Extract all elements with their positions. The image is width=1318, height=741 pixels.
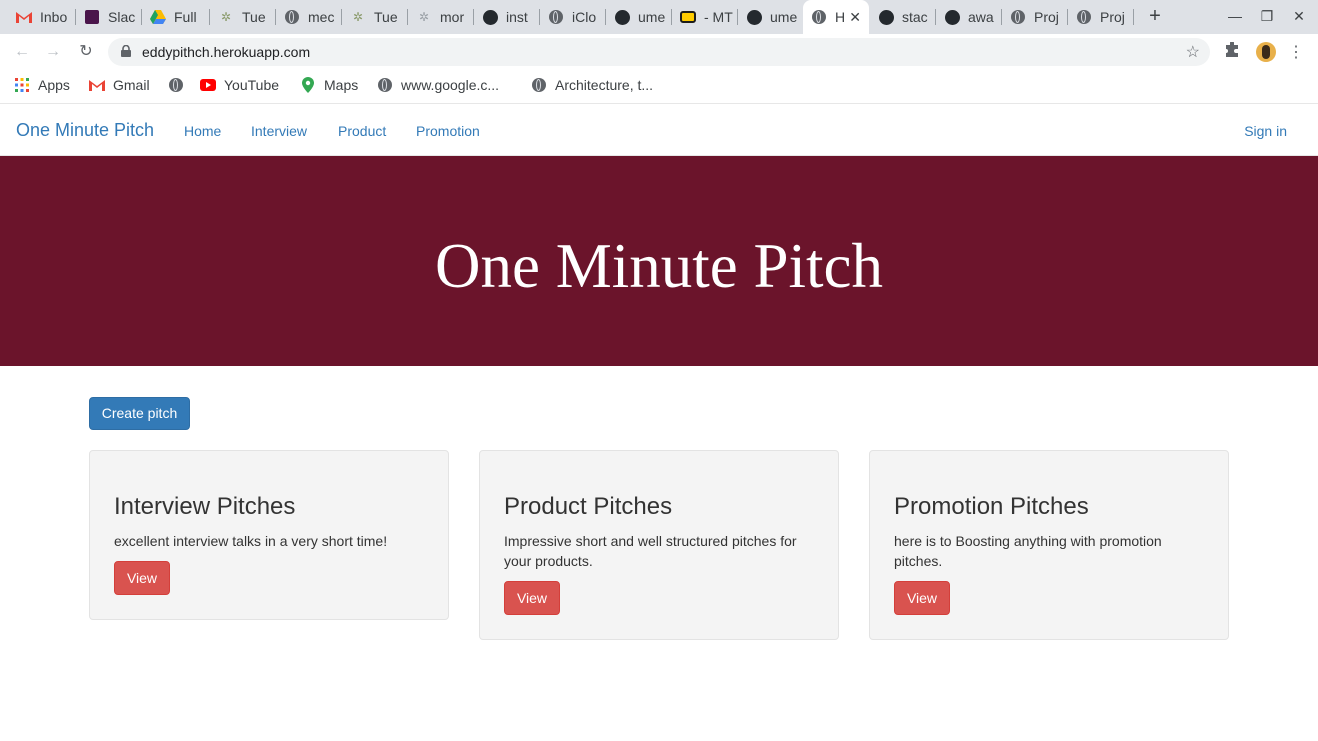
card-title: Promotion Pitches [894,493,1089,520]
bookmark-google[interactable]: www.google.c... [377,76,499,94]
browser-tab[interactable]: ume [606,0,670,34]
bookmark-maps[interactable]: Maps [300,76,358,94]
minimize-icon[interactable]: — [1227,8,1243,24]
browser-tab[interactable]: awa [936,0,1000,34]
google-drive-icon [150,9,166,25]
github-icon [614,9,630,25]
product-pitches-card: Product Pitches Impressive short and wel… [479,450,839,640]
card-description: here is to Boosting anything with promot… [894,533,1162,569]
nav-link-interview[interactable]: Interview [251,123,307,139]
window-close-icon[interactable]: ✕ [1291,8,1307,25]
slack-icon [84,9,100,25]
promotion-pitches-card: Promotion Pitches here is to Boosting an… [869,450,1229,640]
view-product-button[interactable]: View [504,581,560,615]
bookmark-architecture[interactable]: Architecture, t... [531,76,653,94]
browser-tab[interactable]: ✲ Tue [342,0,406,34]
card-description: Impressive short and well structured pit… [504,533,797,569]
sign-in-link[interactable]: Sign in [1244,123,1287,139]
browser-tab-active[interactable]: H ✕ [803,0,869,34]
browser-tab[interactable]: iClo [540,0,604,34]
address-bar[interactable]: eddypithch.herokuapp.com ☆ [108,38,1210,66]
card-description: excellent interview talks in a very shor… [114,533,388,549]
browser-tab[interactable]: - MT [672,0,736,34]
nav-link-home[interactable]: Home [184,123,221,139]
browser-tab[interactable]: Proj [1002,0,1066,34]
globe-icon [168,77,184,93]
browser-tab[interactable]: Slac [76,0,140,34]
globe-icon [284,9,300,25]
globe-icon [531,77,547,93]
browser-tab[interactable]: Inbo [8,0,72,34]
view-interview-button[interactable]: View [114,561,170,595]
browser-tab[interactable]: ✲ mor [408,0,472,34]
view-promotion-button[interactable]: View [894,581,950,615]
close-tab-icon[interactable]: ✕ [849,9,861,26]
browser-toolbar: ← → ↻ eddypithch.herokuapp.com ☆ ⋮ [0,34,1318,70]
browser-tab[interactable]: Full [142,0,208,34]
youtube-icon [200,77,216,93]
url-text: eddypithch.herokuapp.com [142,44,311,60]
github-icon [746,9,762,25]
globe-icon [548,9,564,25]
gmail-icon [16,9,32,25]
bookmark-globe[interactable] [168,76,192,94]
apps-grid-icon [14,77,30,93]
card-title: Interview Pitches [114,493,296,520]
new-tab-icon[interactable]: + [1145,6,1165,26]
back-arrow-icon[interactable]: ← [12,42,32,62]
globe-icon [1010,9,1026,25]
forward-arrow-icon[interactable]: → [43,42,63,62]
tree-icon: ✲ [418,10,430,24]
page: One Minute Pitch Home Interview Product … [0,103,1318,741]
globe-icon [1076,9,1092,25]
browser-tab[interactable]: ✲ Tue [210,0,274,34]
bookmarks-bar: Apps Gmail YouTube Maps www.google.c... … [0,70,1318,100]
hero-title: One Minute Pitch [435,231,883,301]
bookmark-apps[interactable]: Apps [14,76,70,94]
globe-icon [377,77,393,93]
maps-pin-icon [300,77,316,93]
browser-tab[interactable]: Proj [1068,0,1132,34]
mtn-icon [680,9,696,25]
globe-icon [811,9,827,25]
tab-strip: Inbo Slac Full ✲ Tue mec ✲ Tue ✲ mor ins… [0,0,1318,34]
bookmark-star-icon[interactable]: ☆ [1186,42,1200,62]
menu-kebab-icon[interactable]: ⋮ [1288,42,1304,62]
navbar-brand[interactable]: One Minute Pitch [16,120,154,141]
hero-banner: One Minute Pitch [0,156,1318,366]
extensions-puzzle-icon[interactable] [1222,41,1242,63]
bookmark-youtube[interactable]: YouTube [200,76,279,94]
browser-tab[interactable]: mec [276,0,340,34]
browser-tab[interactable]: inst [474,0,538,34]
tree-icon: ✲ [220,10,232,24]
tree-icon: ✲ [352,10,364,24]
gmail-icon [89,77,105,93]
browser-tab[interactable]: ume [738,0,802,34]
github-icon [878,9,894,25]
card-title: Product Pitches [504,493,673,520]
nav-link-product[interactable]: Product [338,123,386,139]
github-icon [944,9,960,25]
restore-icon[interactable]: ❐ [1259,8,1275,25]
bookmark-gmail[interactable]: Gmail [89,76,150,94]
create-pitch-button[interactable]: Create pitch [89,397,190,430]
profile-avatar[interactable] [1256,42,1276,62]
reload-icon[interactable]: ↻ [76,42,96,62]
nav-link-promotion[interactable]: Promotion [416,123,480,139]
interview-pitches-card: Interview Pitches excellent interview ta… [89,450,449,620]
github-icon [482,9,498,25]
lock-icon [121,45,131,57]
site-navbar: One Minute Pitch Home Interview Product … [0,104,1318,156]
browser-tab[interactable]: stac [870,0,934,34]
